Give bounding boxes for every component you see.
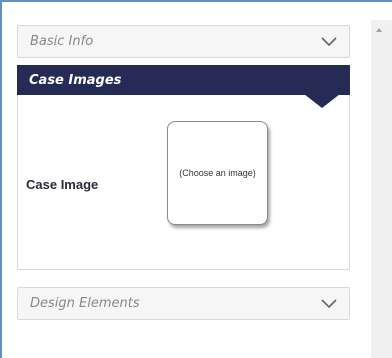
basic-info-title: Basic Info [30, 34, 94, 49]
basic-info-header[interactable]: Basic Info [17, 25, 350, 58]
design-elements-header[interactable]: Design Elements [17, 287, 350, 320]
case-images-panel: Case Images Case Image (Choose an image) [17, 65, 350, 270]
case-images-header[interactable]: Case Images [17, 65, 350, 95]
choose-image-button[interactable]: (Choose an image) [167, 121, 268, 225]
case-images-title: Case Images [29, 72, 122, 88]
arrow-up-icon[interactable] [376, 28, 382, 32]
choose-image-text: (Choose an image) [179, 168, 256, 178]
app-frame: Basic Info Case Images Case Image (Choos… [0, 0, 392, 358]
design-elements-title: Design Elements [30, 296, 140, 311]
chevron-down-icon[interactable] [321, 36, 337, 47]
chevron-down-icon[interactable] [321, 298, 337, 309]
panel-pointer [304, 94, 340, 108]
case-image-label: Case Image [26, 177, 99, 192]
vertical-scrollbar[interactable] [371, 20, 392, 358]
